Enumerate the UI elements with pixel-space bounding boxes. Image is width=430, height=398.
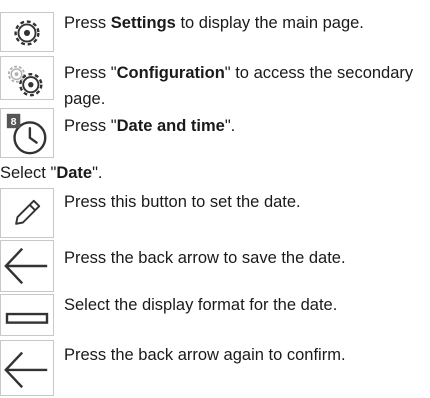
- step-select-date-text: Select "Date".: [0, 164, 103, 182]
- back-arrow-icon: [0, 340, 54, 396]
- clock-badge-number: 8: [11, 116, 17, 128]
- step-pencil-text: Press this button to set the date.: [64, 193, 301, 211]
- step-back-confirm-text: Press the back arrow again to confirm.: [64, 346, 346, 364]
- edit-pencil-icon: [0, 188, 54, 238]
- step-configuration-text: Press "Configuration" to access the seco…: [64, 64, 414, 108]
- step-display-format-text: Select the display format for the date.: [64, 296, 338, 314]
- date-and-time-clock-icon: 8: [0, 108, 54, 158]
- settings-gear-icon: [0, 12, 54, 52]
- configuration-gears-icon: [0, 56, 54, 100]
- back-arrow-icon: [0, 240, 54, 292]
- display-format-icon: [0, 294, 54, 336]
- step-date-time-text: Press "Date and time".: [64, 117, 236, 135]
- step-back-save-text: Press the back arrow to save the date.: [64, 249, 346, 267]
- step-settings-text: Press Settings to display the main page.: [64, 14, 364, 32]
